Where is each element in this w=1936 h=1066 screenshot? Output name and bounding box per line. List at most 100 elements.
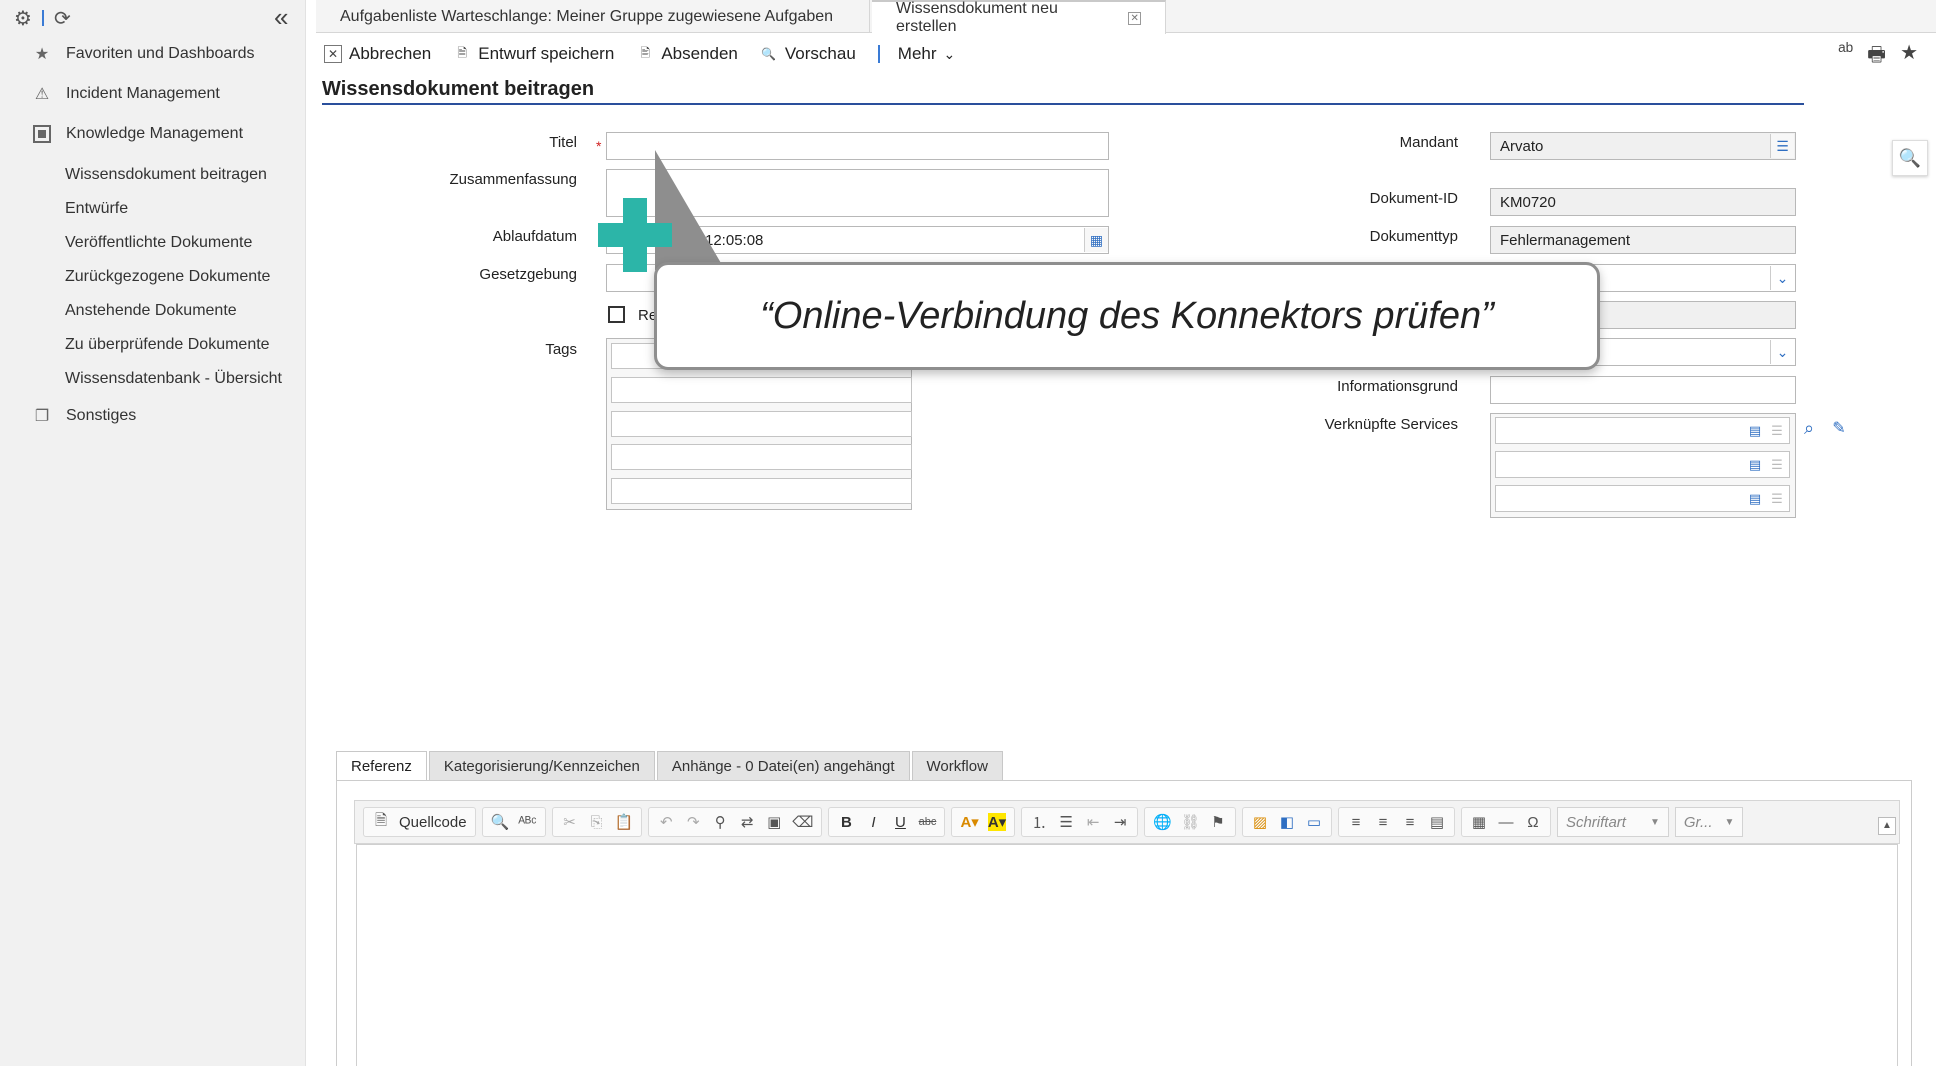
replace-icon[interactable]: ⇄ <box>738 813 756 831</box>
folder-icon: ❐ <box>34 408 50 425</box>
service-input[interactable]: ▤ ☰ <box>1495 451 1790 478</box>
list-icon[interactable]: ☰ <box>1767 489 1787 509</box>
eraser-icon[interactable]: ⌫ <box>792 813 813 831</box>
service-picker-icon[interactable]: ▤ <box>1745 489 1765 509</box>
service-input[interactable]: ▤ ☰ <box>1495 485 1790 512</box>
nav-item-favorites[interactable]: ★ Favoriten und Dashboards <box>32 44 255 64</box>
sidebar-item-pending[interactable]: Anstehende Dokumente <box>65 302 237 320</box>
tenant-label: Mandant <box>1399 134 1458 151</box>
list-icon[interactable]: ☰ <box>1767 421 1787 441</box>
source-button[interactable]: Quellcode <box>399 814 467 831</box>
size-select[interactable]: Gr... ▼ <box>1674 807 1744 837</box>
save-draft-button[interactable]: 🗎 Entwurf speichern <box>453 44 614 64</box>
collapse-sidebar-icon[interactable]: « <box>274 3 288 31</box>
favorite-star-icon[interactable]: ★ <box>1900 40 1918 74</box>
align-left-icon[interactable]: ≡ <box>1347 814 1365 831</box>
close-icon[interactable]: ✕ <box>1128 11 1141 25</box>
print-icon[interactable]: 🖶 <box>1867 40 1886 74</box>
chevron-down-icon[interactable]: ⌄ <box>1770 266 1794 290</box>
tab-attachments[interactable]: Anhänge - 0 Datei(en) angehängt <box>656 751 910 781</box>
nav-item-incident[interactable]: ⚠ Incident Management <box>32 84 220 104</box>
unlink-icon[interactable]: ⛓ <box>1181 813 1200 831</box>
calendar-icon[interactable]: ▦ <box>1084 228 1108 252</box>
italic-icon[interactable]: I <box>864 814 882 831</box>
undo-icon[interactable]: ↶ <box>657 813 675 831</box>
outdent-icon[interactable]: ⇤ <box>1084 813 1102 831</box>
edit-icon[interactable]: ✎ <box>1829 418 1849 438</box>
underline-icon[interactable]: U <box>891 814 909 831</box>
cancel-button[interactable]: ✕ Abbrechen <box>324 44 431 64</box>
align-justify-icon[interactable]: ▤ <box>1428 813 1446 831</box>
font-select[interactable]: Schriftart ▼ <box>1556 807 1669 837</box>
chevron-down-icon[interactable]: ⌄ <box>1770 340 1794 364</box>
bullet-list-icon[interactable]: ☰ <box>1057 813 1075 831</box>
legislation-label: Gesetzgebung <box>479 266 577 283</box>
plus-icon <box>598 198 672 272</box>
table-icon[interactable]: ▦ <box>1470 813 1488 831</box>
collapse-toolbar-icon[interactable]: ▲ <box>1878 817 1896 835</box>
search-document-icon[interactable]: 🔍 <box>1892 140 1928 176</box>
sidebar: ⚙ ⟳ « ★ Favoriten und Dashboards ⚠ Incid… <box>0 0 306 1066</box>
tag-input[interactable] <box>611 411 912 437</box>
gear-icon[interactable]: ⚙ <box>14 6 32 31</box>
spellcheck-icon[interactable]: ᵃᵇ <box>1838 40 1853 74</box>
more-menu[interactable]: Mehr ⌄ <box>898 44 955 64</box>
highlight-icon[interactable]: A▾ <box>987 813 1007 831</box>
nav-item-knowledge[interactable]: Knowledge Management <box>32 124 243 144</box>
tab-task-list[interactable]: Aufgabenliste Warteschlange: Meiner Grup… <box>316 0 870 33</box>
refresh-icon[interactable]: ⟳ <box>54 6 71 31</box>
list-icon[interactable]: ☰ <box>1770 134 1794 158</box>
flash-icon[interactable]: ◧ <box>1278 813 1296 831</box>
align-right-icon[interactable]: ≡ <box>1401 814 1419 831</box>
strikethrough-icon[interactable]: abc <box>918 816 937 828</box>
select-all-icon[interactable]: ▣ <box>765 813 783 831</box>
info-reason-input[interactable] <box>1490 376 1796 404</box>
search-icon[interactable]: ⌕ <box>1799 418 1819 438</box>
spellcheck-icon[interactable]: ᴬᴮᶜ <box>518 814 536 831</box>
service-picker-icon[interactable]: ▤ <box>1745 421 1765 441</box>
iframe-icon[interactable]: ▭ <box>1305 813 1323 831</box>
tab-reference[interactable]: Referenz <box>336 751 427 781</box>
text-color-icon[interactable]: A▾ <box>960 813 978 831</box>
align-center-icon[interactable]: ≡ <box>1374 814 1392 831</box>
redo-icon[interactable]: ↷ <box>684 813 702 831</box>
paste-icon[interactable]: 📋 <box>615 813 634 831</box>
sidebar-item-to-review[interactable]: Zu überprüfende Dokumente <box>65 336 270 354</box>
copy-icon[interactable]: ⎘ <box>588 814 606 831</box>
tab-new-knowledge-doc[interactable]: Wissensdokument neu erstellen ✕ <box>872 0 1166 35</box>
sidebar-item-overview[interactable]: Wissensdatenbank - Übersicht <box>65 370 282 388</box>
service-picker-icon[interactable]: ▤ <box>1745 455 1765 475</box>
bold-icon[interactable]: B <box>837 814 855 831</box>
horizontal-rule-icon[interactable]: — <box>1497 814 1515 831</box>
book-icon <box>32 124 52 144</box>
editor-content-area[interactable] <box>356 844 1898 1066</box>
tenant-field[interactable]: Arvato ☰ <box>1490 132 1796 160</box>
tab-categorization[interactable]: Kategorisierung/Kennzeichen <box>428 751 655 781</box>
sidebar-item-drafts[interactable]: Entwürfe <box>65 200 128 218</box>
nav-item-other[interactable]: ❐ Sonstiges <box>32 406 136 426</box>
image-icon[interactable]: ▨ <box>1251 813 1269 831</box>
numbered-list-icon[interactable]: ⒈ <box>1030 812 1048 833</box>
tab-workflow[interactable]: Workflow <box>911 751 1003 781</box>
tag-input[interactable] <box>611 478 912 504</box>
tag-input[interactable] <box>611 377 912 403</box>
format-group: B I U abc <box>828 807 946 837</box>
anchor-flag-icon[interactable]: ⚑ <box>1209 813 1227 831</box>
submit-button[interactable]: 🖹 Absenden <box>636 44 737 64</box>
toolbar: ✕ Abbrechen 🗎 Entwurf speichern 🖹 Absend… <box>324 40 977 68</box>
doc-type-label: Dokumenttyp <box>1369 228 1458 245</box>
sidebar-item-retracted[interactable]: Zurückgezogene Dokumente <box>65 268 270 286</box>
cut-icon[interactable]: ✂ <box>561 813 579 831</box>
indent-icon[interactable]: ⇥ <box>1111 813 1129 831</box>
find-icon[interactable]: 🔍 <box>491 813 510 831</box>
sidebar-item-published[interactable]: Veröffentlichte Dokumente <box>65 234 252 252</box>
preview-button[interactable]: 🔍 Vorschau <box>760 44 855 64</box>
tag-input[interactable] <box>611 444 912 470</box>
checkbox[interactable] <box>608 306 625 323</box>
service-input[interactable]: ▤ ☰ <box>1495 417 1790 444</box>
list-icon[interactable]: ☰ <box>1767 455 1787 475</box>
special-char-icon[interactable]: Ω <box>1524 814 1542 831</box>
sidebar-item-contribute[interactable]: Wissensdokument beitragen <box>65 166 267 184</box>
link-icon[interactable]: 🌐 <box>1153 813 1172 831</box>
find-replace-icon[interactable]: ⚲ <box>711 813 729 831</box>
